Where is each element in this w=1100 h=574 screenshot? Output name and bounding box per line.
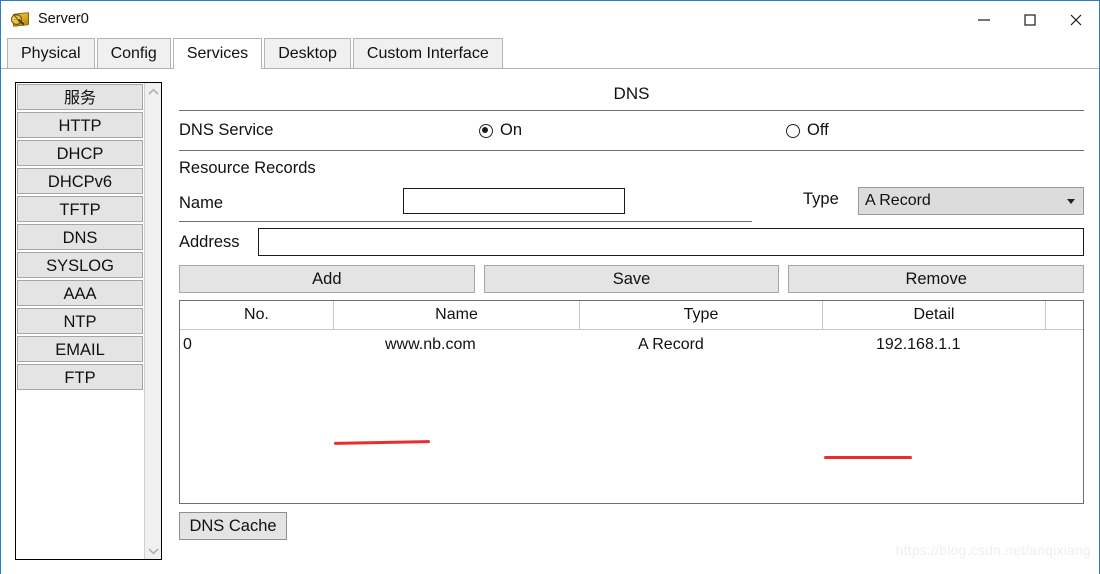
sidebar-item-email[interactable]: EMAIL [17, 336, 143, 362]
tab-config[interactable]: Config [96, 38, 171, 68]
window-title: Server0 [38, 11, 89, 28]
title-bar-left: Server0 [1, 1, 961, 38]
sidebar-item-ftp[interactable]: FTP [17, 364, 143, 390]
type-dropdown[interactable]: A Record [858, 187, 1084, 215]
chevron-down-icon [1067, 199, 1075, 204]
sidebar-item-dhcp[interactable]: DHCP [17, 140, 143, 166]
dns-settings-panel: DNS DNS Service On Off Resource Records … [179, 82, 1085, 560]
cell-spacer [1046, 330, 1083, 362]
add-button[interactable]: Add [179, 265, 475, 293]
name-input[interactable] [403, 188, 625, 214]
radio-off-label: Off [807, 121, 829, 139]
services-sidebar: 服务 HTTP DHCP DHCPv6 TFTP DNS SYSLOG AAA … [15, 82, 162, 560]
save-button[interactable]: Save [483, 265, 780, 293]
close-icon[interactable] [1053, 1, 1099, 38]
remove-button[interactable]: Remove [788, 265, 1085, 293]
address-label: Address [179, 232, 240, 251]
tab-physical[interactable]: Physical [7, 38, 95, 68]
resource-records-heading: Resource Records [179, 159, 316, 177]
minimize-icon[interactable] [961, 1, 1007, 38]
window-controls [961, 1, 1099, 38]
server-properties-window: Server0 Physical Config Services Desktop… [0, 0, 1100, 574]
dns-service-off-radio[interactable]: Off [786, 121, 829, 140]
cell-type: A Record [638, 336, 704, 353]
column-header-spacer [1046, 301, 1083, 329]
record-action-buttons: Add Save Remove [179, 265, 1085, 293]
sidebar-item-http[interactable]: HTTP [17, 112, 143, 138]
annotation-underline-detail [824, 456, 912, 459]
sidebar-item-dns[interactable]: DNS [17, 224, 143, 250]
dns-service-on-radio[interactable]: On [479, 121, 522, 140]
address-input[interactable] [258, 228, 1084, 256]
sidebar-item-tftp[interactable]: TFTP [17, 196, 143, 222]
sidebar-item-syslog[interactable]: SYSLOG [17, 252, 143, 278]
server-magnifier-icon [10, 11, 30, 29]
tab-bar: Physical Config Services Desktop Custom … [1, 38, 1099, 69]
dns-service-row: DNS Service On Off [179, 111, 1084, 150]
column-header-type[interactable]: Type [580, 301, 823, 329]
sidebar-item-aaa[interactable]: AAA [17, 280, 143, 306]
services-list: 服务 HTTP DHCP DHCPv6 TFTP DNS SYSLOG AAA … [16, 83, 144, 559]
tab-custom-interface[interactable]: Custom Interface [352, 38, 503, 68]
sidebar-scrollbar[interactable] [144, 83, 161, 559]
cell-no: 0 [183, 336, 192, 353]
radio-off-icon [786, 123, 800, 138]
table-header-row: No. Name Type Detail [180, 301, 1083, 330]
maximize-icon[interactable] [1007, 1, 1053, 38]
cell-name: www.nb.com [385, 336, 476, 353]
column-header-detail[interactable]: Detail [823, 301, 1046, 329]
table-row[interactable]: 0 www.nb.com A Record 192.168.1.1 [180, 330, 1083, 362]
chevron-up-icon[interactable] [145, 83, 162, 100]
radio-on-label: On [500, 121, 523, 139]
column-header-no[interactable]: No. [180, 301, 334, 329]
dns-service-label: DNS Service [179, 121, 274, 139]
column-header-name[interactable]: Name [334, 301, 580, 329]
sidebar-item-dhcpv6[interactable]: DHCPv6 [17, 168, 143, 194]
page-title: DNS [613, 84, 650, 103]
content-area: 服务 HTTP DHCP DHCPv6 TFTP DNS SYSLOG AAA … [1, 69, 1099, 574]
tab-services[interactable]: Services [172, 38, 263, 69]
tab-desktop[interactable]: Desktop [264, 38, 351, 68]
dns-cache-button[interactable]: DNS Cache [179, 512, 287, 540]
address-row: Address [179, 222, 1084, 262]
watermark: https://blog.csdn.net/anqixiang [895, 542, 1091, 558]
sidebar-item-services-header[interactable]: 服务 [17, 84, 143, 110]
radio-on-icon [479, 123, 493, 138]
name-row: Name Type A Record [179, 185, 1084, 221]
name-label: Name [179, 193, 224, 212]
type-label: Type [803, 190, 839, 208]
type-dropdown-value: A Record [865, 192, 931, 209]
records-table: No. Name Type Detail 0 www.nb.com A Reco… [179, 300, 1084, 504]
sidebar-item-ntp[interactable]: NTP [17, 308, 143, 334]
chevron-down-icon[interactable] [145, 542, 162, 559]
title-bar: Server0 [1, 1, 1099, 38]
cell-detail: 192.168.1.1 [876, 336, 961, 353]
